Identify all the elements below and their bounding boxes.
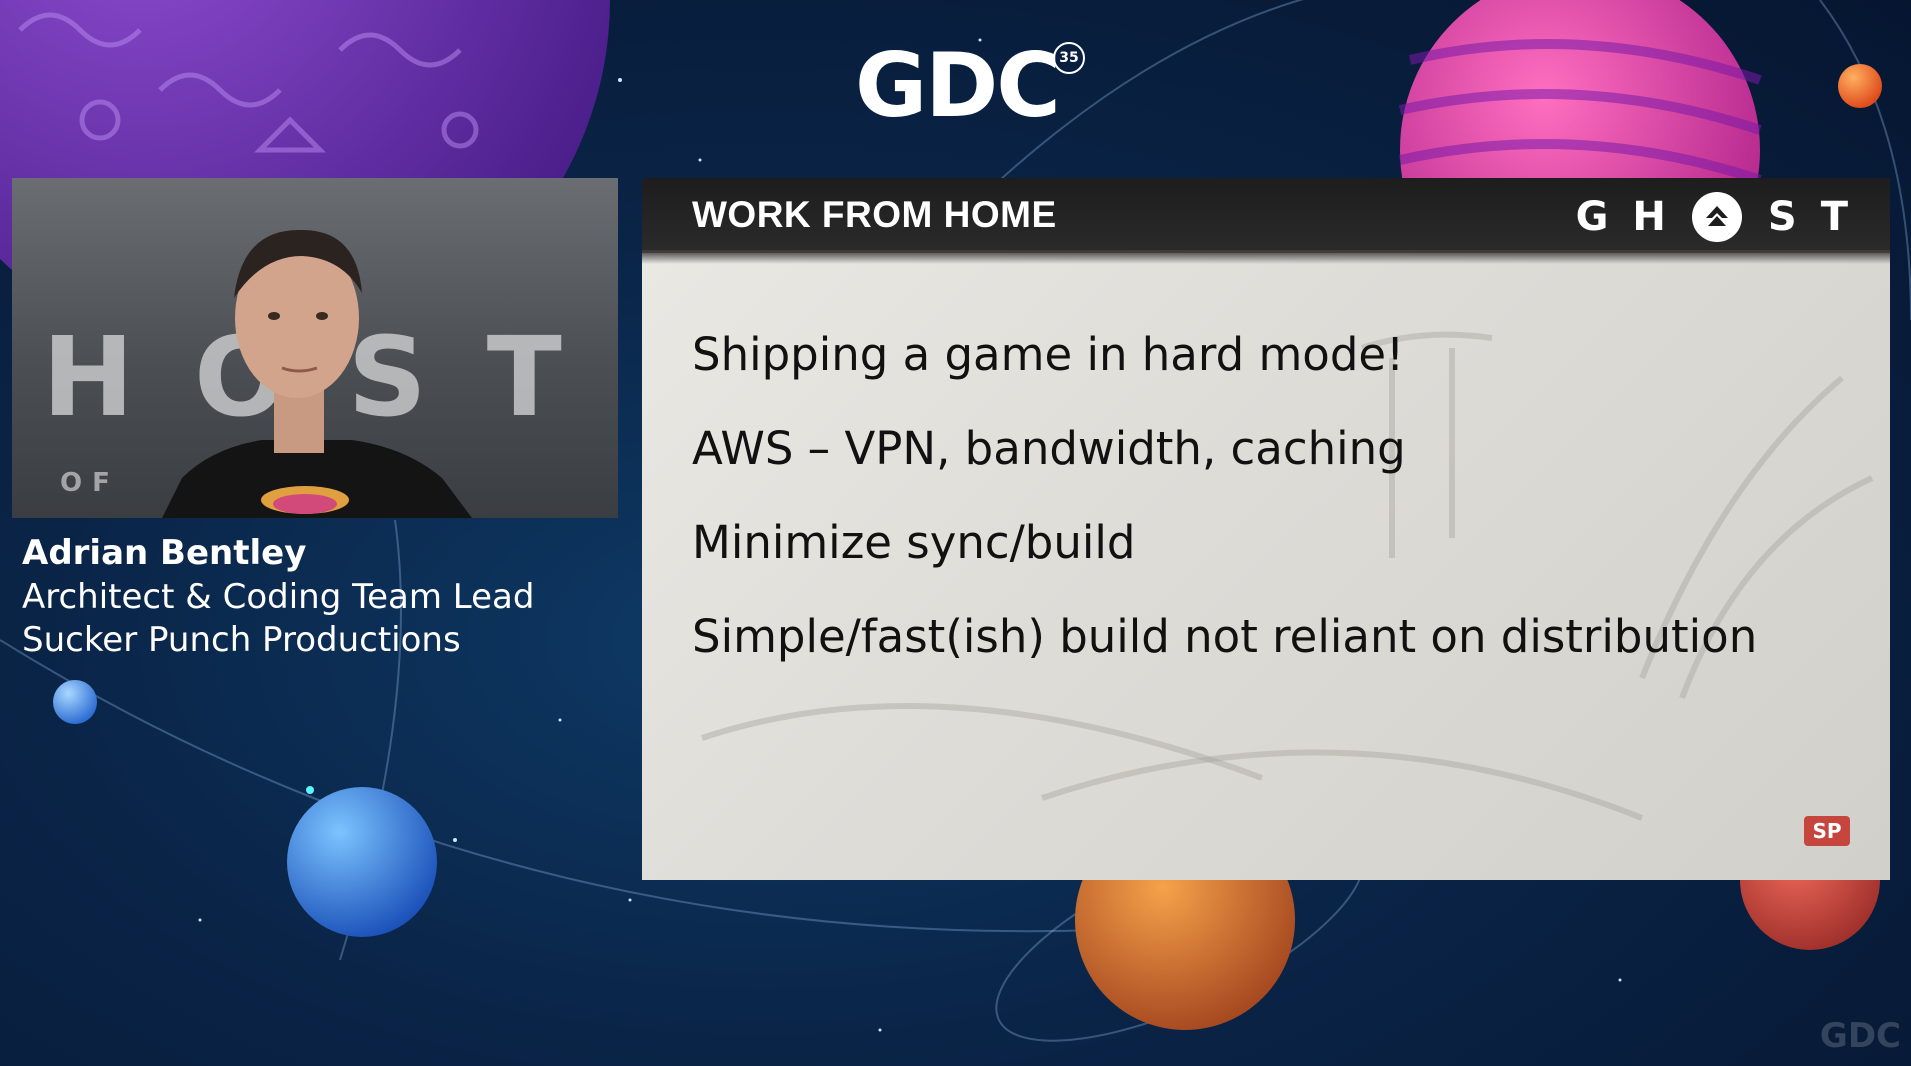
ghost-logo-left: GH bbox=[1575, 194, 1690, 240]
slide-bullet: AWS – VPN, bandwidth, caching bbox=[692, 422, 1406, 475]
gdc-anniversary-badge: 35 bbox=[1053, 42, 1085, 74]
speaker-company: Sucker Punch Productions bbox=[22, 620, 461, 660]
orange-moon bbox=[1838, 64, 1882, 108]
orbit-line bbox=[999, 0, 1304, 181]
blue-moon bbox=[53, 680, 97, 724]
speaker-video: HOST OF bbox=[12, 178, 618, 518]
blue-planet bbox=[287, 787, 437, 937]
speaker-figure bbox=[162, 229, 472, 518]
slide-bullet: Minimize sync/build bbox=[692, 516, 1136, 569]
stream-frame: GDC 35 HOST OF Adrian Bentley Architect … bbox=[0, 0, 1911, 1066]
ghost-logo-right: ST bbox=[1767, 194, 1872, 240]
slide-header-divider bbox=[642, 250, 1890, 264]
slide-bullet-list: Shipping a game in hard mode! AWS – VPN,… bbox=[692, 308, 1757, 684]
speaker-name: Adrian Bentley bbox=[22, 533, 307, 573]
slide-header: WORK FROM HOME GH ST bbox=[642, 178, 1890, 253]
slide-title: WORK FROM HOME bbox=[692, 194, 1057, 235]
ghost-emblem-icon bbox=[1691, 192, 1742, 242]
slide-bullet: Simple/fast(ish) build not reliant on di… bbox=[692, 610, 1758, 663]
slide-bullet: Shipping a game in hard mode! bbox=[692, 328, 1405, 381]
gdc-logo: GDC bbox=[855, 34, 1061, 137]
speaker-title: Architect & Coding Team Lead bbox=[22, 577, 535, 617]
gdc-watermark: GDC bbox=[1819, 1016, 1901, 1056]
sucker-punch-logo: SP bbox=[1804, 816, 1850, 846]
presentation-slide: WORK FROM HOME GH ST Shipping a game in … bbox=[642, 178, 1890, 880]
ghost-logo: GH ST bbox=[1576, 192, 1872, 242]
